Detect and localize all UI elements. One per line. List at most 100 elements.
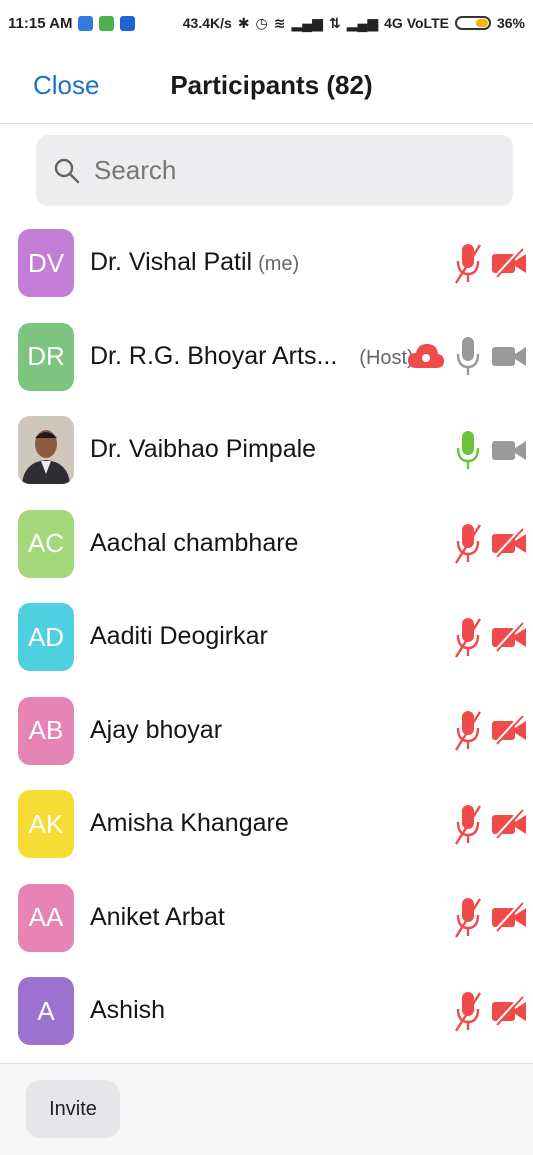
participant-row[interactable]: DR Dr. R.G. Bhoyar Arts... (Host) [0, 310, 533, 403]
cloud-recording-icon [408, 344, 444, 368]
video-off-icon [491, 995, 527, 1026]
participant-status-icons [453, 403, 527, 496]
participant-name: Ashish [90, 996, 166, 1024]
status-bar: 11:15 AM 43.4K/s ✱ ◷ ≋ ▂▄▆ ⇅ ▂▄▆ 4G VoLT… [0, 0, 533, 46]
status-bar-left: 11:15 AM [8, 14, 136, 32]
avatar: AA [18, 883, 74, 952]
signal-icon: ▂▄▆ [291, 14, 323, 31]
mic-muted-icon [453, 802, 483, 846]
participant-status-icons [453, 497, 527, 590]
avatar: DV [18, 229, 74, 297]
participant-name-container: Ashish [90, 964, 165, 1057]
microphone-icon [453, 428, 483, 472]
participant-status-icons [453, 871, 527, 964]
avatar-initials: AK [28, 808, 64, 839]
participant-role-tag: (Host) [359, 346, 414, 369]
participant-name-container: Aniket Arbat [90, 871, 225, 964]
avatar-initials: DR [27, 341, 65, 371]
alarm-icon: ◷ [255, 14, 268, 31]
participant-name-container: Aachal chambhare [90, 497, 298, 590]
participant-row[interactable]: AK Amisha Khangare [0, 777, 533, 870]
avatar: DR [18, 322, 74, 391]
participant-row[interactable]: Dr. Vaibhao Pimpale [0, 403, 533, 496]
bluetooth-icon: ✱ [237, 14, 250, 31]
video-off-icon [491, 621, 527, 652]
participant-status-icons [453, 590, 527, 683]
participant-name: Aaditi Deogirkar [90, 622, 268, 650]
participant-role-tag: (me) [258, 253, 300, 275]
participant-name-container: Amisha Khangare [90, 777, 289, 870]
wifi-icon: ≋ [273, 14, 286, 31]
participant-status-icons [453, 777, 527, 870]
participant-name: Aniket Arbat [90, 902, 225, 931]
mic-muted-icon [453, 521, 483, 565]
participant-name-container: Aaditi Deogirkar [90, 590, 268, 683]
participant-status-icons [453, 684, 527, 777]
participant-row[interactable]: AD Aaditi Deogirkar [0, 590, 533, 683]
search-bar[interactable] [36, 135, 513, 206]
data-transfer-icon: ⇅ [328, 14, 341, 31]
app-notification-icon [78, 15, 94, 31]
mic-muted-icon [453, 895, 483, 939]
footer: Invite [0, 1063, 533, 1155]
video-camera-icon [491, 341, 527, 371]
avatar-initials: AA [28, 902, 64, 932]
avatar [18, 416, 74, 484]
participant-row[interactable]: AA Aniket Arbat [0, 871, 533, 964]
microphone-icon [453, 334, 483, 378]
avatar: AD [18, 603, 74, 671]
app-notification-icon [99, 15, 115, 31]
battery-level [476, 19, 488, 27]
participant-name: Aachal chambhare [90, 528, 299, 557]
participant-row[interactable]: AC Aachal chambhare [0, 497, 533, 590]
participant-row[interactable]: A Ashish [0, 964, 533, 1057]
participant-name-container: Dr. Vishal Patil (me) [90, 216, 299, 309]
participant-name: Dr. R.G. Bhoyar Arts... [90, 341, 338, 370]
video-off-icon [491, 528, 527, 558]
participant-row[interactable]: DV Dr. Vishal Patil (me) [0, 216, 533, 309]
network-type: 4G VoLTE [384, 15, 449, 31]
mic-muted-icon [453, 989, 483, 1033]
participant-status-icons [407, 310, 527, 403]
participant-name-container: Dr. Vaibhao Pimpale [90, 403, 316, 496]
avatar: AB [18, 696, 74, 765]
avatar: A [18, 977, 74, 1045]
avatar: AK [18, 790, 74, 858]
search-input[interactable] [92, 154, 496, 187]
mic-muted-icon [453, 615, 483, 659]
participant-name: Amisha Khangare [90, 809, 289, 837]
video-off-icon [491, 902, 527, 932]
video-camera-icon [491, 435, 527, 465]
avatar-initials: AD [27, 621, 65, 652]
avatar-initials: DV [27, 247, 65, 278]
app-notification-icon [120, 15, 136, 31]
status-time: 11:15 AM [8, 14, 73, 32]
avatar: AC [18, 509, 74, 578]
avatar-initials: AB [28, 715, 64, 745]
mic-muted-icon [453, 708, 483, 752]
profile-photo [18, 416, 74, 484]
video-off-icon [491, 247, 527, 278]
participant-status-icons [453, 216, 527, 309]
signal-icon: ▂▄▆ [346, 14, 379, 31]
network-speed: 43.4K/s [182, 15, 232, 31]
invite-button[interactable]: Invite [26, 1080, 120, 1138]
video-off-icon [491, 808, 527, 839]
participant-status-icons [453, 964, 527, 1057]
battery-percent: 36% [496, 15, 525, 31]
participant-name: Dr. Vaibhao Pimpale [90, 435, 317, 463]
participant-name: Ajay bhoyar [90, 715, 223, 744]
video-off-icon [491, 715, 527, 745]
participant-row[interactable]: AB Ajay bhoyar [0, 684, 533, 777]
participant-name-container: Ajay bhoyar [90, 684, 222, 777]
mic-muted-icon [453, 241, 483, 285]
participant-name: Dr. Vishal Patil [90, 248, 253, 276]
avatar-initials: A [37, 995, 55, 1026]
page-title: Participants (82) [170, 70, 373, 100]
header: Close Participants (82) [0, 46, 533, 124]
status-bar-right: 43.4K/s ✱ ◷ ≋ ▂▄▆ ⇅ ▂▄▆ 4G VoLTE 36% [183, 15, 525, 32]
battery-icon [454, 16, 491, 30]
search-icon [54, 158, 80, 183]
participant-name-container: Dr. R.G. Bhoyar Arts... (Host) [90, 310, 414, 403]
avatar-initials: AC [27, 528, 65, 558]
